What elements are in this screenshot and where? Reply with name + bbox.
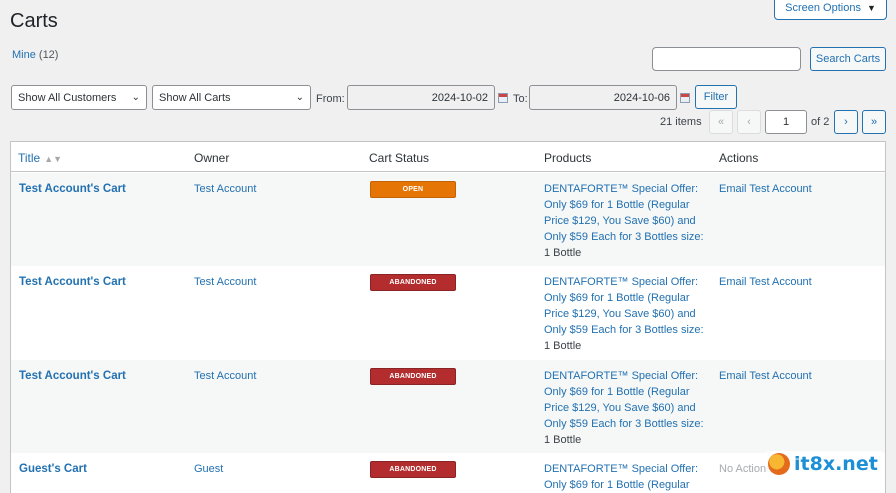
column-actions: Actions	[719, 151, 759, 165]
product-size: 1 Bottle	[544, 434, 582, 446]
table-row: Guest's Cart Guest ABANDONED DENTAFORTE™…	[11, 453, 885, 493]
carts-table: Title ▲▼ Owner Cart Status Products Actio…	[10, 141, 886, 493]
email-action-link[interactable]: Email Test Account	[719, 181, 812, 197]
first-page-button[interactable]: «	[709, 110, 733, 134]
carts-select-value: Show All Carts	[159, 91, 231, 104]
product-line[interactable]: Only $59 Each for 3 Bottles size:	[544, 229, 704, 245]
watermark: it8x.net	[766, 451, 884, 477]
product-size: 1 Bottle	[544, 340, 582, 352]
carts-select[interactable]: Show All Carts ⌄	[152, 85, 311, 110]
product-line[interactable]: Only $69 for 1 Bottle (Regular	[544, 197, 704, 213]
status-badge: ABANDONED	[370, 274, 456, 291]
prev-page-button[interactable]: ‹	[737, 110, 761, 134]
customers-select-value: Show All Customers	[18, 91, 117, 104]
status-badge: OPEN	[370, 181, 456, 198]
cart-title-link[interactable]: Guest's Cart	[19, 461, 87, 477]
column-title-label: Title	[18, 151, 41, 165]
owner-link[interactable]: Guest	[194, 461, 223, 477]
current-page-input[interactable]: 1	[765, 110, 807, 134]
screen-options-button[interactable]: Screen Options ▼	[774, 0, 887, 20]
owner-link[interactable]: Test Account	[194, 181, 256, 197]
status-badge: ABANDONED	[370, 461, 456, 478]
column-owner: Owner	[194, 151, 230, 165]
watermark-logo-icon	[768, 453, 790, 475]
next-page-button[interactable]: ›	[834, 110, 858, 134]
product-line[interactable]: DENTAFORTE™ Special Offer:	[544, 368, 704, 384]
view-filters: Mine (12)	[12, 49, 58, 61]
calendar-icon[interactable]	[498, 93, 508, 103]
product-line[interactable]: Only $69 for 1 Bottle (Regular	[544, 384, 704, 400]
to-date-input[interactable]: 2024-10-06	[529, 85, 677, 110]
view-mine-count: (12)	[38, 49, 59, 61]
chevron-down-icon: ⌄	[131, 92, 140, 103]
filter-button[interactable]: Filter	[695, 85, 737, 109]
products-cell: DENTAFORTE™ Special Offer: Only $69 for …	[544, 461, 704, 493]
to-label: To:	[513, 93, 528, 105]
last-page-button[interactable]: »	[862, 110, 886, 134]
product-line[interactable]: Price $129, You Save $60) and	[544, 213, 704, 229]
search-carts-button[interactable]: Search Carts	[810, 47, 886, 71]
chevron-down-icon: ⌄	[295, 92, 304, 103]
products-cell: DENTAFORTE™ Special Offer: Only $69 for …	[544, 368, 704, 448]
items-count: 21 items	[660, 116, 702, 128]
search-input[interactable]	[652, 47, 801, 71]
from-label: From:	[316, 93, 345, 105]
table-row: Test Account's Cart Test Account OPEN DE…	[11, 173, 885, 266]
product-line[interactable]: Only $59 Each for 3 Bottles size:	[544, 416, 704, 432]
cart-title-link[interactable]: Test Account's Cart	[19, 368, 126, 384]
product-line[interactable]: DENTAFORTE™ Special Offer:	[544, 274, 704, 290]
product-size: 1 Bottle	[544, 247, 582, 259]
total-pages: of 2	[811, 116, 830, 128]
product-line[interactable]: Only $69 for 1 Bottle (Regular	[544, 290, 704, 306]
table-row: Test Account's Cart Test Account ABANDON…	[11, 266, 885, 360]
column-cart-status: Cart Status	[369, 151, 430, 165]
table-header: Title ▲▼ Owner Cart Status Products Actio…	[11, 142, 885, 172]
view-mine-link[interactable]: Mine	[12, 49, 36, 61]
product-line[interactable]: DENTAFORTE™ Special Offer:	[544, 181, 704, 197]
email-action-link[interactable]: Email Test Account	[719, 368, 812, 384]
caret-down-icon: ▼	[866, 3, 876, 13]
product-line[interactable]: Price $129, You Save $60) and	[544, 400, 704, 416]
watermark-text: it8x.net	[794, 453, 878, 475]
product-line[interactable]: DENTAFORTE™ Special Offer:	[544, 461, 704, 477]
table-row: Test Account's Cart Test Account ABANDON…	[11, 360, 885, 453]
email-action-link[interactable]: Email Test Account	[719, 274, 812, 290]
owner-link[interactable]: Test Account	[194, 368, 256, 384]
sort-icon: ▲▼	[44, 154, 63, 164]
status-badge: ABANDONED	[370, 368, 456, 385]
page-title: Carts	[10, 10, 58, 32]
customers-select[interactable]: Show All Customers ⌄	[11, 85, 147, 110]
products-cell: DENTAFORTE™ Special Offer: Only $69 for …	[544, 274, 704, 354]
column-products: Products	[544, 151, 592, 165]
products-cell: DENTAFORTE™ Special Offer: Only $69 for …	[544, 181, 704, 261]
owner-link[interactable]: Test Account	[194, 274, 256, 290]
screen-options-label: Screen Options	[785, 2, 861, 14]
product-line[interactable]: Price $129, You Save $60) and	[544, 306, 704, 322]
calendar-icon[interactable]	[680, 93, 690, 103]
cart-title-link[interactable]: Test Account's Cart	[19, 274, 126, 290]
cart-title-link[interactable]: Test Account's Cart	[19, 181, 126, 197]
product-line[interactable]: Only $59 Each for 3 Bottles size:	[544, 322, 704, 338]
product-line[interactable]: Only $69 for 1 Bottle (Regular	[544, 477, 704, 493]
column-title[interactable]: Title ▲▼	[18, 151, 62, 165]
from-date-input[interactable]: 2024-10-02	[347, 85, 495, 110]
